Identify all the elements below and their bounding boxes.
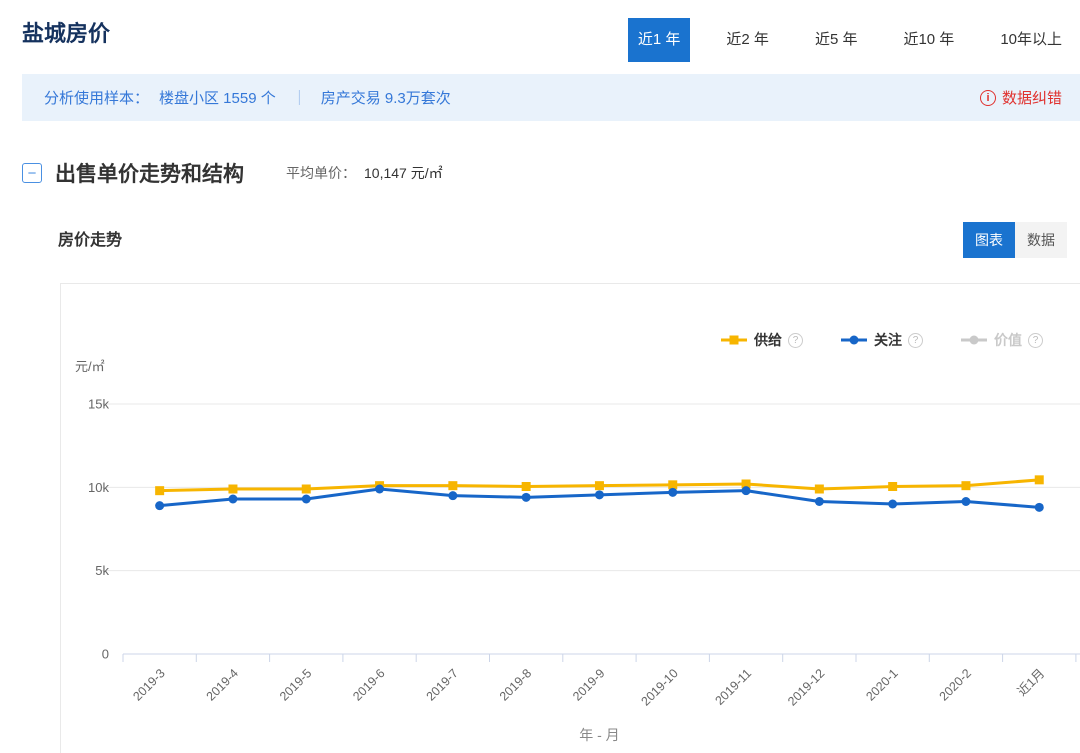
svg-text:15k: 15k xyxy=(88,397,109,412)
page-title: 盐城房价 xyxy=(22,16,110,48)
transaction-count: 房产交易 9.3万套次 xyxy=(321,87,451,108)
y-axis-unit-label: 元/㎡ xyxy=(75,356,105,375)
chart-legend: 供给 ? 关注 ? 价值 ? xyxy=(683,330,1043,350)
svg-text:2019-12: 2019-12 xyxy=(785,666,827,708)
svg-text:0: 0 xyxy=(102,647,109,662)
info-divider: ｜ xyxy=(292,87,307,108)
svg-text:2020-1: 2020-1 xyxy=(863,666,900,703)
svg-text:近1月: 近1月 xyxy=(1015,666,1047,698)
legend-item-attention[interactable]: 关注 ? xyxy=(841,330,923,350)
legend-item-value[interactable]: 价值 ? xyxy=(961,330,1043,350)
period-tab-bar: 近1 年 近2 年 近5 年 近10 年 10年以上 xyxy=(628,18,1072,62)
svg-text:2019-4: 2019-4 xyxy=(204,666,241,703)
svg-text:2019-5: 2019-5 xyxy=(277,666,314,703)
legend-label-value: 价值 xyxy=(994,330,1022,350)
svg-text:2020-2: 2020-2 xyxy=(937,666,974,703)
svg-text:2019-10: 2019-10 xyxy=(639,666,681,708)
svg-text:5k: 5k xyxy=(95,563,109,578)
info-circle-icon: i xyxy=(980,90,996,106)
page: 盐城房价 近1 年 近2 年 近5 年 近10 年 10年以上 分析使用样本： … xyxy=(0,0,1080,753)
data-correction-label: 数据纠错 xyxy=(1002,87,1062,108)
chart-title: 房价走势 xyxy=(58,226,122,250)
svg-text:2019-7: 2019-7 xyxy=(424,666,461,703)
svg-text:2019-8: 2019-8 xyxy=(497,666,534,703)
svg-text:年 - 月: 年 - 月 xyxy=(579,727,619,743)
average-price: 平均单价： 10,147 元/㎡ xyxy=(286,163,443,183)
svg-text:2019-6: 2019-6 xyxy=(350,666,387,703)
section-title: 出售单价走势和结构 xyxy=(55,158,244,188)
average-price-label: 平均单价： xyxy=(286,165,356,181)
data-view-button[interactable]: 数据 xyxy=(1015,222,1067,258)
supply-line-marker-icon xyxy=(721,335,747,345)
svg-text:2019-3: 2019-3 xyxy=(130,666,167,703)
legend-label-attention: 关注 xyxy=(874,330,902,350)
price-trend-chart-panel: 0 5k 10k 15k 2019-3 2019-4 2019-5 2019-6 2019-7 2… xyxy=(60,283,1080,753)
section-header: − 出售单价走势和结构 平均单价： 10,147 元/㎡ xyxy=(22,158,443,188)
view-toggle: 图表 数据 xyxy=(963,222,1067,258)
legend-label-supply: 供给 xyxy=(754,330,782,350)
svg-text:10k: 10k xyxy=(88,480,109,495)
attention-line-marker-icon xyxy=(841,335,867,345)
help-icon[interactable]: ? xyxy=(908,333,923,348)
period-tab-5y[interactable]: 近5 年 xyxy=(805,18,868,62)
sample-info-bar: 分析使用样本： 楼盘小区 1559 个 ｜ 房产交易 9.3万套次 i 数据纠错 xyxy=(22,74,1080,121)
help-icon[interactable]: ? xyxy=(788,333,803,348)
sample-count: 楼盘小区 1559 个 xyxy=(159,87,276,108)
legend-item-supply[interactable]: 供给 ? xyxy=(721,330,803,350)
period-tab-10y[interactable]: 近10 年 xyxy=(893,18,964,62)
period-tab-1y[interactable]: 近1 年 xyxy=(628,18,691,62)
period-tab-over-10y[interactable]: 10年以上 xyxy=(990,18,1072,62)
average-price-value: 10,147 元/㎡ xyxy=(364,165,443,181)
data-correction-link[interactable]: i 数据纠错 xyxy=(980,87,1062,108)
period-tab-2y[interactable]: 近2 年 xyxy=(716,18,779,62)
sample-info-label: 分析使用样本： xyxy=(44,87,149,108)
help-icon[interactable]: ? xyxy=(1028,333,1043,348)
collapse-icon[interactable]: − xyxy=(22,163,42,183)
svg-text:2019-11: 2019-11 xyxy=(712,666,754,708)
price-trend-chart: 0 5k 10k 15k 2019-3 2019-4 2019-5 2019-6 2019-7 2… xyxy=(61,284,1080,753)
chart-view-button[interactable]: 图表 xyxy=(963,222,1015,258)
svg-text:2019-9: 2019-9 xyxy=(570,666,607,703)
value-line-marker-icon xyxy=(961,335,987,345)
